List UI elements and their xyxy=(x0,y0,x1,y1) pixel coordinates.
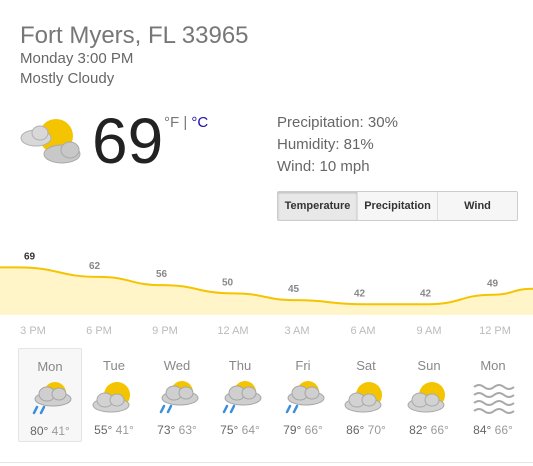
chart-value-label: 69 xyxy=(24,251,36,262)
forecast-low: 66° xyxy=(304,423,323,437)
chart-tick-label: 3 AM xyxy=(284,325,309,337)
forecast-day[interactable]: Wed 73° 63° xyxy=(145,348,209,442)
forecast-day[interactable]: Sun 82° 66° xyxy=(397,348,461,442)
forecast-day-name: Fri xyxy=(295,358,311,373)
unit-separator: | xyxy=(179,114,192,131)
forecast-low: 63° xyxy=(178,423,197,437)
rain-cloud-icon xyxy=(222,381,262,414)
forecast-high: 82° xyxy=(409,423,431,437)
forecast-day-name: Wed xyxy=(163,358,191,373)
forecast-low: 41° xyxy=(51,424,70,438)
forecast-high-low: 82° 66° xyxy=(397,423,461,437)
rain-cloud-icon xyxy=(159,381,199,414)
forecast-high: 86° xyxy=(346,423,368,437)
chart-tabs: Temperature Precipitation Wind xyxy=(277,191,518,221)
forecast-low: 41° xyxy=(115,423,134,437)
forecast-high-low: 75° 64° xyxy=(208,423,272,437)
chart-tick-label: 9 AM xyxy=(416,325,441,337)
forecast-day[interactable]: Thu 75° 64° xyxy=(208,348,272,442)
precipitation-text: Precipitation: 30% xyxy=(277,114,398,131)
chart-value-label: 45 xyxy=(288,284,300,295)
forecast-high-low: 84° 66° xyxy=(461,423,525,437)
forecast-day-name: Mon xyxy=(480,358,506,373)
forecast-day-name: Thu xyxy=(228,358,252,373)
forecast-high: 84° xyxy=(473,423,495,437)
partly-cloudy-icon xyxy=(407,382,445,413)
current-time: Monday 3:00 PM xyxy=(20,50,134,67)
chart-tick-label: 6 AM xyxy=(350,325,375,337)
temperature-chart: 69 62 56 50 45 42 42 49 3 PM 6 PM 9 PM 12 AM 3 AM 6 A… xyxy=(0,251,533,337)
rain-cloud-icon xyxy=(32,382,72,415)
forecast-day[interactable]: Fri 79° 66° xyxy=(271,348,335,442)
wind-text: Wind: 10 mph xyxy=(277,158,370,175)
unit-celsius-link[interactable]: °C xyxy=(191,114,208,131)
chart-value-label: 62 xyxy=(89,261,101,272)
forecast-low: 70° xyxy=(367,423,386,437)
forecast-day[interactable]: Sat 86° 70° xyxy=(334,348,398,442)
forecast-high-low: 86° 70° xyxy=(334,423,398,437)
chart-value-label: 42 xyxy=(420,288,432,299)
partly-cloudy-icon xyxy=(344,382,382,413)
location-title: Fort Myers, FL 33965 xyxy=(20,22,249,49)
unit-fahrenheit: °F xyxy=(164,114,180,131)
partly-cloudy-icon xyxy=(92,382,130,413)
tab-precipitation[interactable]: Precipitation xyxy=(357,192,437,220)
forecast-high: 75° xyxy=(220,423,242,437)
partly-cloudy-icon xyxy=(20,119,81,164)
forecast-day[interactable]: Tue 55° 41° xyxy=(82,348,146,442)
current-condition: Mostly Cloudy xyxy=(20,70,115,87)
forecast-high: 55° xyxy=(94,423,116,437)
tab-wind[interactable]: Wind xyxy=(437,192,517,220)
forecast-high-low: 79° 66° xyxy=(271,423,335,437)
chart-value-label: 49 xyxy=(487,279,499,290)
haze-icon xyxy=(473,384,515,414)
current-temperature: 69 xyxy=(92,105,164,177)
forecast-day[interactable]: Mon 80° 41° xyxy=(18,348,82,442)
tab-temperature[interactable]: Temperature xyxy=(278,192,357,220)
chart-value-label: 50 xyxy=(222,277,234,288)
humidity-text: Humidity: 81% xyxy=(277,136,374,153)
chart-tick-label: 9 PM xyxy=(152,325,178,337)
forecast-low: 64° xyxy=(241,423,260,437)
chart-value-label: 42 xyxy=(354,288,366,299)
daily-forecast: Mon 80° 41° Tue 55° 41° Wed 73° 63° Thu 75° 64°… xyxy=(18,348,518,443)
chart-value-label: 56 xyxy=(156,269,168,280)
forecast-day-name: Sun xyxy=(417,358,441,373)
forecast-low: 66° xyxy=(494,423,513,437)
chart-tick-label: 12 AM xyxy=(217,325,248,337)
chart-tick-label: 12 PM xyxy=(479,325,511,337)
forecast-day-name: Mon xyxy=(37,359,63,374)
forecast-low: 66° xyxy=(430,423,449,437)
forecast-high: 73° xyxy=(157,423,179,437)
forecast-high: 80° xyxy=(30,424,52,438)
bottom-divider xyxy=(0,462,533,463)
forecast-high: 79° xyxy=(283,423,305,437)
chart-tick-label: 3 PM xyxy=(20,325,46,337)
forecast-day[interactable]: Mon 84° 66° xyxy=(461,348,525,442)
forecast-high-low: 55° 41° xyxy=(82,423,146,437)
forecast-high-low: 73° 63° xyxy=(145,423,209,437)
chart-area xyxy=(0,267,533,315)
weather-details: Precipitation: 30% Humidity: 81% Wind: 1… xyxy=(277,112,398,178)
forecast-high-low: 80° 41° xyxy=(19,424,81,438)
rain-cloud-icon xyxy=(285,381,325,414)
forecast-day-name: Sat xyxy=(356,358,376,373)
chart-tick-label: 6 PM xyxy=(86,325,112,337)
weather-card: Fort Myers, FL 33965 Monday 3:00 PM Most… xyxy=(0,0,533,466)
unit-toggle: °F | °C xyxy=(164,114,208,131)
forecast-day-name: Tue xyxy=(103,358,125,373)
